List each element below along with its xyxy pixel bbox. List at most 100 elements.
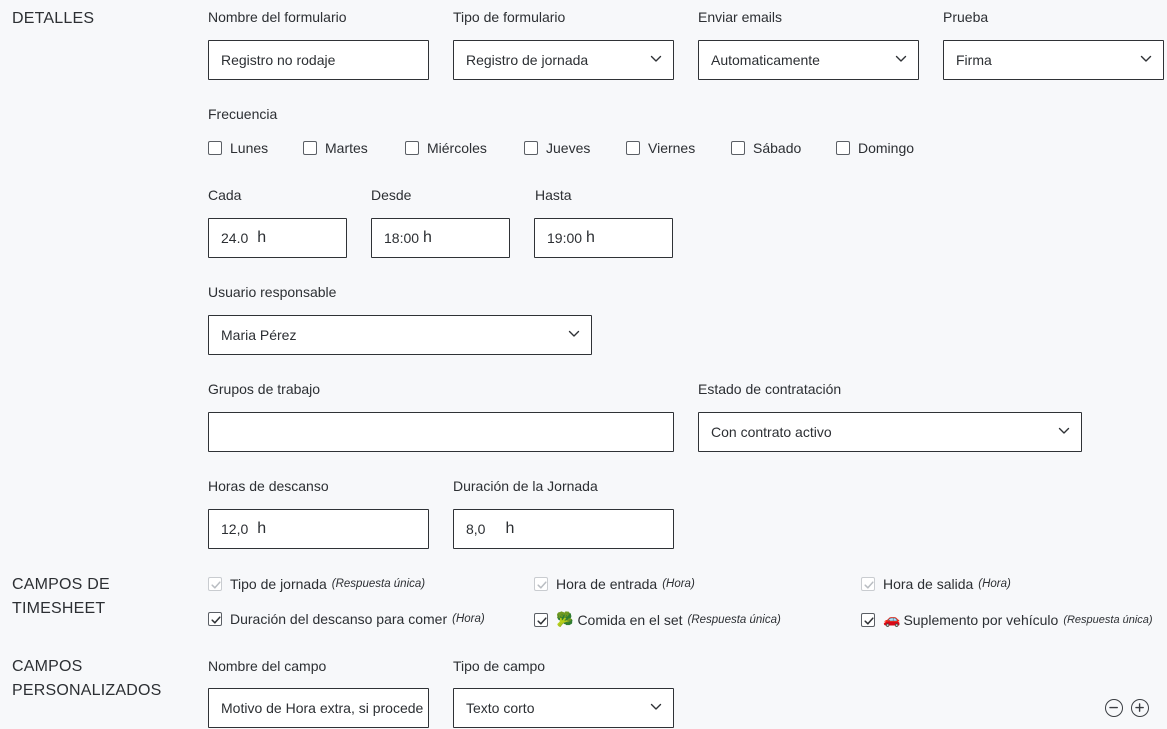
timesheet-field-hint: (Respuesta única) [687, 613, 781, 626]
checkbox-checked-disabled[interactable] [861, 577, 875, 591]
section-title-line: PERSONALIZADOS [12, 682, 162, 699]
work-groups-input[interactable] [208, 412, 674, 452]
add-field-button[interactable] [1131, 699, 1149, 717]
day-duration-value: 8,0 [466, 521, 486, 537]
timesheet-field-label: Hora de entrada [556, 576, 658, 592]
custom-field-type-label: Tipo de campo [453, 658, 546, 674]
checkbox-checked[interactable] [534, 612, 548, 627]
hours-unit: h [586, 229, 595, 246]
custom-field-type-select[interactable]: Texto corto [453, 688, 674, 728]
timesheet-field-hint: (Respuesta única) [331, 578, 426, 590]
day-label: Domingo [858, 140, 915, 156]
plus-icon [1135, 703, 1144, 712]
timesheet-field-hint: (Hora) [978, 578, 1011, 590]
proof-select[interactable]: Firma [943, 40, 1164, 80]
form-type-label: Tipo de formulario [453, 9, 566, 25]
responsible-user-label: Usuario responsable [208, 284, 337, 300]
timesheet-field-label: Suplemento por vehículo [903, 611, 1059, 628]
every-label: Cada [208, 187, 242, 203]
checkbox[interactable] [303, 141, 317, 155]
timesheet-field-entry-time[interactable]: Hora de entrada (Hora) [534, 576, 695, 592]
from-input[interactable]: 18:00 h [371, 218, 510, 258]
day-checkbox-wednesday[interactable]: Miércoles [405, 140, 487, 156]
chevron-down-icon [568, 330, 580, 338]
checkbox[interactable] [626, 141, 640, 155]
timesheet-field-label: Duración del descanso para comer [230, 611, 448, 627]
timesheet-field-label: Comida en el set [577, 611, 683, 628]
custom-field-name-value: Motivo de Hora extra, si procede [221, 700, 424, 716]
section-title-custom-fields: CAMPOS PERSONALIZADOS [12, 655, 162, 703]
check-icon [210, 579, 222, 591]
contract-status-select[interactable]: Con contrato activo [698, 412, 1082, 452]
checkbox[interactable] [524, 141, 538, 155]
work-groups-label: Grupos de trabajo [208, 381, 321, 397]
timesheet-field-exit-time[interactable]: Hora de salida (Hora) [861, 576, 1011, 592]
checkbox[interactable] [731, 141, 745, 155]
checkbox[interactable] [208, 141, 222, 155]
to-input[interactable]: 19:00 h [534, 218, 673, 258]
send-emails-value: Automaticamente [711, 52, 820, 68]
chevron-down-icon [1140, 55, 1152, 63]
contract-status-value: Con contrato activo [711, 424, 832, 440]
timesheet-field-hint: (Hora) [452, 613, 485, 625]
day-label: Lunes [230, 140, 269, 156]
section-title-line: CAMPOS DE [12, 576, 110, 593]
check-icon [210, 614, 222, 626]
custom-field-name-input[interactable]: Motivo de Hora extra, si procede [208, 688, 429, 728]
form-name-label: Nombre del formulario [208, 9, 347, 25]
section-title-timesheet: CAMPOS DE TIMESHEET [12, 573, 110, 621]
day-checkbox-saturday[interactable]: Sábado [731, 140, 801, 156]
timesheet-field-label: Hora de salida [883, 576, 974, 592]
check-icon [863, 579, 875, 591]
send-emails-label: Enviar emails [698, 9, 783, 25]
from-value: 18:00 [384, 230, 420, 246]
checkbox-checked[interactable] [861, 612, 875, 627]
chevron-down-icon [1058, 427, 1070, 435]
chevron-down-icon [650, 703, 662, 711]
timesheet-field-set-meal[interactable]: 🥦 Comida en el set (Respuesta única) [534, 611, 781, 628]
hours-unit: h [423, 229, 432, 246]
checkbox[interactable] [405, 141, 419, 155]
timesheet-field-day-type[interactable]: Tipo de jornada (Respuesta única) [208, 576, 425, 592]
timesheet-field-vehicle-supplement[interactable]: 🚗 Suplemento por vehículo (Respuesta única… [861, 611, 1153, 628]
day-checkbox-tuesday[interactable]: Martes [303, 140, 368, 156]
day-label: Jueves [546, 140, 591, 156]
timesheet-field-hint: (Hora) [662, 578, 695, 590]
custom-field-type-value: Texto corto [466, 700, 535, 716]
day-checkbox-sunday[interactable]: Domingo [836, 140, 914, 156]
chevron-down-icon [895, 55, 907, 63]
remove-field-button[interactable] [1105, 699, 1123, 717]
rest-hours-input[interactable]: 12,0 h [208, 509, 429, 549]
form-name-value: Registro no rodaje [221, 52, 336, 68]
every-input[interactable]: 24.0 h [208, 218, 347, 258]
hours-unit: h [257, 520, 267, 537]
car-icon: 🚗 [883, 611, 901, 627]
to-label: Hasta [535, 187, 572, 203]
hours-unit: h [505, 520, 515, 537]
form-type-select[interactable]: Registro de jornada [453, 40, 674, 80]
responsible-user-select[interactable]: Maria Pérez [208, 315, 592, 355]
checkbox-checked-disabled[interactable] [208, 577, 222, 591]
day-label: Sábado [753, 140, 802, 156]
timesheet-field-label: Tipo de jornada [230, 576, 327, 592]
from-label: Desde [371, 187, 412, 203]
checkbox-checked[interactable] [208, 612, 222, 626]
form-name-input[interactable]: Registro no rodaje [208, 40, 429, 80]
checkbox[interactable] [836, 141, 850, 155]
day-duration-input[interactable]: 8,0 h [453, 509, 674, 549]
chevron-down-icon [650, 55, 662, 63]
minus-icon [1109, 706, 1118, 709]
broccoli-icon: 🥦 [556, 611, 574, 627]
custom-field-name-label: Nombre del campo [208, 658, 327, 674]
day-checkbox-thursday[interactable]: Jueves [524, 140, 590, 156]
day-label: Martes [325, 140, 368, 156]
day-checkbox-monday[interactable]: Lunes [208, 140, 268, 156]
proof-label: Prueba [943, 9, 989, 25]
checkbox-checked-disabled[interactable] [534, 577, 548, 591]
section-title-details: DETALLES [12, 10, 95, 27]
contract-status-label: Estado de contratación [698, 381, 842, 397]
day-duration-label: Duración de la Jornada [453, 478, 598, 494]
timesheet-field-lunch-break[interactable]: Duración del descanso para comer (Hora) [208, 611, 485, 627]
day-checkbox-friday[interactable]: Viernes [626, 140, 695, 156]
send-emails-select[interactable]: Automaticamente [698, 40, 919, 80]
